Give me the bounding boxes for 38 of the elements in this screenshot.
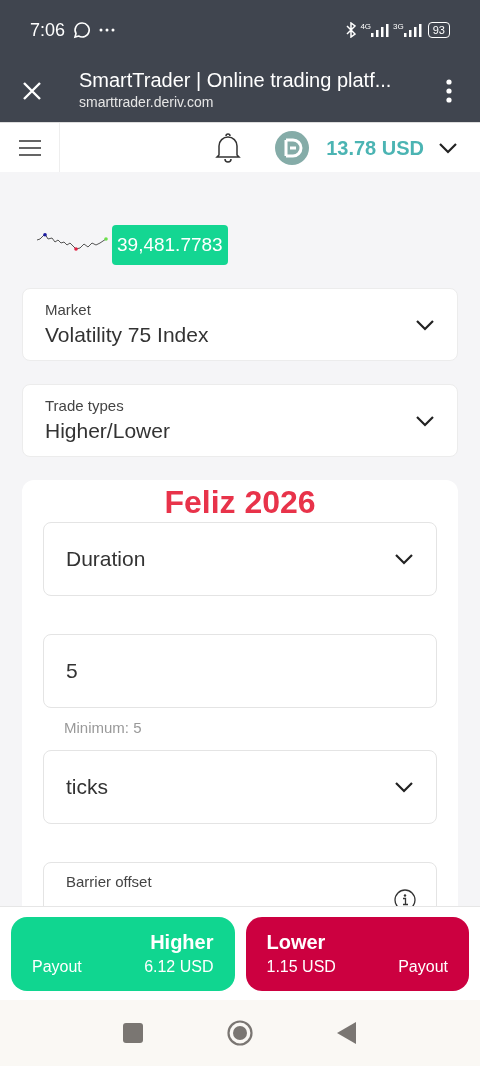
signal-icon [371, 23, 390, 37]
hint-text: Minimum: 5 [64, 718, 143, 738]
menu-icon[interactable] [18, 138, 41, 157]
page-title: SmartTrader | Online trading platf... [79, 68, 393, 93]
field-label: Trade types [45, 395, 125, 416]
home-icon[interactable] [227, 1020, 253, 1046]
chevron-down-icon [415, 414, 435, 427]
page-url: smarttrader.deriv.com [79, 93, 215, 111]
chat-icon [73, 21, 92, 39]
bell-icon[interactable] [215, 132, 242, 163]
network-label: 4G [360, 23, 372, 31]
dropdown[interactable]: ticks [43, 749, 437, 824]
field-value: Volatility 75 Index [45, 321, 210, 348]
clock: 7:06 [30, 18, 66, 42]
chevron-down-icon [415, 318, 435, 331]
chevron-down-icon [394, 553, 414, 565]
dropdown[interactable]: Trade types Higher/Lower [22, 384, 458, 457]
overlay-text: Feliz 2026 [163, 484, 317, 520]
dropdown[interactable]: Duration [43, 522, 437, 596]
more-icon [99, 28, 116, 32]
signal-icon [403, 23, 422, 37]
chevron-down-icon [438, 141, 458, 154]
network-label: 3G [393, 23, 404, 31]
lower-button[interactable]: Lower 1.15 USD Payout [245, 916, 469, 991]
close-icon[interactable] [23, 82, 41, 100]
back-icon[interactable] [337, 1022, 357, 1044]
balance: 13.78 USD [326, 135, 424, 161]
bluetooth-icon [346, 22, 357, 38]
price-tag: 39,481.7783 [112, 225, 228, 265]
input-field[interactable]: 5 [43, 634, 437, 708]
info-icon[interactable] [394, 888, 416, 906]
battery-indicator: 93 [427, 22, 450, 38]
more-options-icon[interactable] [446, 79, 452, 103]
field-label: Market [45, 299, 92, 320]
field-value: Higher/Lower [45, 417, 171, 444]
dropdown[interactable]: Market Volatility 75 Index [22, 288, 458, 361]
currency-logo-icon [275, 130, 310, 165]
chevron-down-icon [394, 780, 414, 793]
